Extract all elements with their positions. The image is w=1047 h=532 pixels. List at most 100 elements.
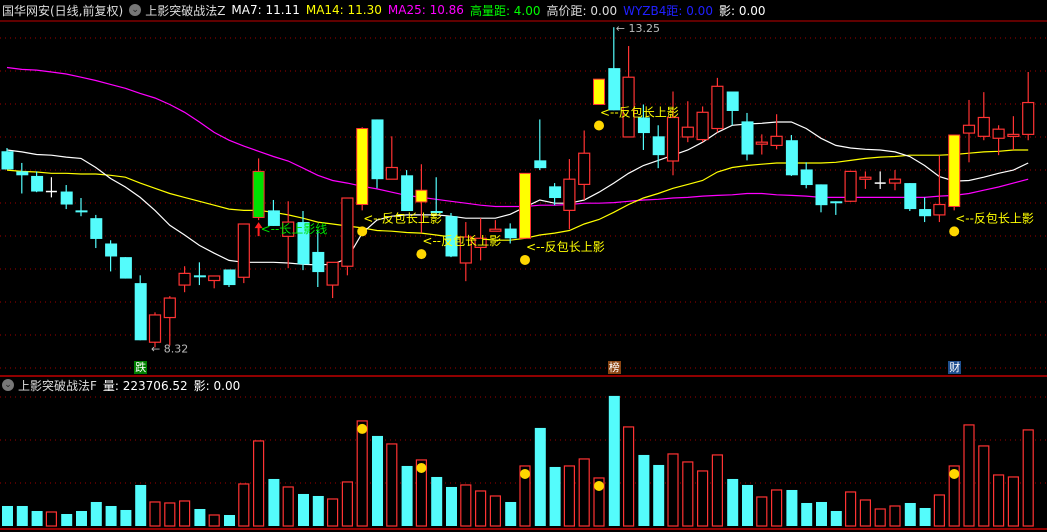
- volume-bar-down: [76, 510, 87, 526]
- chevron-down-circle-icon[interactable]: ⌄: [129, 4, 142, 16]
- up-candle-body: [977, 116, 990, 137]
- down-candle-body: [549, 186, 562, 199]
- volume-bar-up: [844, 491, 857, 527]
- volume-bar-up: [756, 496, 768, 527]
- up-candle-body: [681, 126, 694, 138]
- event-marker[interactable]: 榜: [607, 361, 621, 374]
- volume-bar-up: [386, 443, 398, 527]
- volume-bar-up: [667, 453, 679, 527]
- volume-bar-up: [622, 426, 635, 527]
- indicator-name[interactable]: 上影突破战法Z: [145, 2, 225, 19]
- volume-bar-up: [963, 424, 975, 527]
- volume-bar-up: [238, 483, 250, 527]
- ma14-value: MA14: 11.30: [305, 3, 382, 17]
- down-candle-body: [312, 251, 325, 273]
- down-candle-body: [371, 119, 384, 180]
- volume-bar-down: [904, 502, 916, 526]
- volume-indicator-name[interactable]: 上影突破战法F: [18, 377, 97, 394]
- volume-bar-down: [372, 435, 383, 526]
- volume-bar-up: [341, 481, 353, 527]
- ma7-value: MA7: 11.11: [231, 3, 300, 17]
- volume-bar-up: [1007, 476, 1020, 527]
- volume-bar-up: [1022, 429, 1034, 527]
- up-candle-body: [666, 116, 680, 162]
- stock-title: 国华网安(日线,前复权): [2, 3, 124, 18]
- candlesticks: [1, 27, 1035, 348]
- price-volume-chart[interactable]: <--反包长上影 <--反包长上影 <--反包长上影 <--反包长上影 <--反包长上影…: [0, 0, 1047, 532]
- volume-bar-up: [889, 505, 901, 527]
- event-marker[interactable]: 财: [948, 361, 962, 374]
- down-candle-body: [726, 91, 739, 111]
- flagged-candle-body: [252, 170, 265, 219]
- down-candle-body: [504, 228, 517, 239]
- annotations: <--反包长上影 <--反包长上影 <--反包长上影 <--反包长上影 <--反包长上影…: [151, 22, 1034, 355]
- down-candle-body: [815, 184, 828, 206]
- event-marker[interactable]: 跌: [134, 361, 148, 374]
- volume-bar-down: [816, 501, 827, 526]
- volume-bar-down: [224, 514, 235, 526]
- down-candle-body: [223, 269, 236, 286]
- volume-bar-down: [2, 505, 13, 526]
- down-candle-body: [75, 210, 88, 213]
- volume-bar-down: [16, 505, 28, 526]
- signal-label: <--反包长上影: [955, 211, 1034, 225]
- volume-bar-down: [534, 427, 546, 526]
- up-candle-body: [578, 152, 591, 185]
- up-candle-body: [385, 166, 398, 180]
- volume-bar-up: [696, 470, 709, 527]
- wyzb4-value: WYZB4距: 0.00: [623, 3, 713, 18]
- volume-bar-up: [475, 490, 487, 527]
- volume-bar-up: [578, 458, 590, 527]
- volume-bar-up: [460, 484, 472, 527]
- down-candle-body: [904, 183, 917, 210]
- volume-bar-up: [978, 445, 990, 527]
- down-candle-body: [105, 243, 118, 257]
- down-candle-body: [800, 169, 813, 186]
- down-candle-body: [134, 283, 147, 341]
- volume-bar-down: [298, 493, 309, 526]
- volume-bars: [2, 395, 1034, 527]
- volume-signal-dot: [520, 468, 530, 479]
- signal-dot: [594, 120, 604, 131]
- ma25-value: MA25: 10.86: [387, 3, 464, 17]
- down-candle-body: [60, 191, 73, 205]
- down-candle-body: [608, 68, 621, 111]
- up-candle-body: [711, 85, 724, 130]
- volume-signal-dot: [357, 423, 368, 434]
- highlight-candle-body: [593, 78, 605, 105]
- volume-bar-down: [549, 466, 561, 526]
- volume-bar-up: [933, 494, 946, 527]
- down-candle-body: [1, 151, 14, 170]
- up-candle-body: [163, 297, 176, 319]
- volume-header: ⌄ 上影突破战法F 量: 223706.52 影: 0.00: [2, 376, 246, 394]
- up-candle-body: [859, 176, 872, 180]
- down-candle-body: [741, 121, 754, 155]
- volume-bar-down: [727, 478, 739, 526]
- up-candle-body: [888, 178, 902, 184]
- signal-label: <--反包长上影: [600, 105, 679, 119]
- up-candle-body: [326, 261, 339, 286]
- up-candle-body: [1007, 133, 1020, 137]
- volume-bar-up: [874, 508, 886, 527]
- highlight-candle-body: [948, 134, 961, 207]
- down-candle-body: [637, 117, 650, 134]
- volume-bar-down: [61, 513, 73, 526]
- volume-bar-down: [135, 484, 147, 526]
- volume-signal-dot: [416, 462, 427, 473]
- down-candle-body: [401, 175, 414, 212]
- volume-bar-down: [505, 501, 517, 526]
- volume-bar-up: [149, 501, 161, 527]
- volume-bar-down: [431, 476, 443, 526]
- volume-bar-down: [31, 510, 43, 526]
- volume-bar-up: [164, 502, 176, 527]
- down-candle-body: [119, 257, 132, 279]
- up-candle-body: [992, 128, 1005, 139]
- volume-bar-down: [446, 486, 457, 526]
- up-candle-body: [237, 223, 250, 278]
- low-price-label: ← 8.32: [151, 342, 188, 355]
- up-candle-body: [1022, 101, 1035, 135]
- up-candle-body: [208, 275, 221, 282]
- chevron-down-circle-icon[interactable]: ⌄: [2, 379, 14, 391]
- volume-ying-value: 影: 0.00: [193, 378, 241, 393]
- ma7-line: [6, 121, 1029, 266]
